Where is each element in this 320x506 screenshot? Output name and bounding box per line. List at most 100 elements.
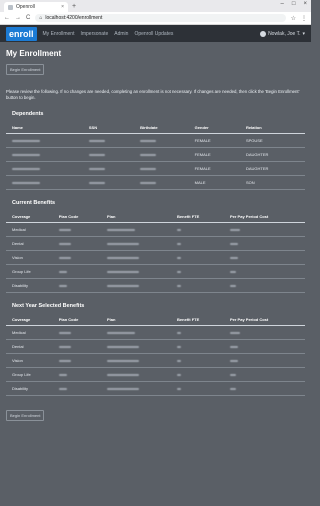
reload-icon[interactable]: C: [26, 15, 30, 21]
redacted-cost: [229, 284, 236, 287]
redacted-plan: [107, 373, 139, 376]
next-year-benefits-title: Next Year Selected Benefits: [12, 303, 85, 309]
redacted-cost: [229, 387, 236, 390]
user-menu[interactable]: Nowlak, Joe T. ▾: [260, 30, 305, 37]
redacted-ssn: [88, 139, 105, 142]
redacted-plan: [107, 359, 139, 362]
coverage-cell: Medical: [6, 325, 53, 340]
redacted-plan-code: [58, 359, 71, 362]
begin-enrollment-button-bottom[interactable]: Begin Enrollment: [6, 410, 45, 421]
redacted-birthdate: [140, 167, 157, 170]
url-text: localhost:4200/enrollment: [45, 15, 103, 21]
table-row: Disability: [6, 381, 305, 396]
col-plan-code: Plan Code: [52, 211, 101, 223]
chevron-down-icon: ▾: [302, 30, 305, 37]
table-row: Vision: [6, 250, 305, 265]
redacted-plan-code: [58, 331, 71, 334]
redacted-cost: [229, 256, 238, 259]
main-content: My Enrollment Begin Enrollment Please re…: [0, 49, 311, 426]
forward-icon[interactable]: →: [15, 15, 21, 21]
redacted-cost: [229, 228, 240, 231]
current-benefits-title: Current Benefits: [12, 200, 56, 206]
col-plan-code: Plan Code: [52, 314, 101, 326]
current-benefits-table: Coverage Plan Code Plan Benefit FTE Per …: [6, 211, 305, 293]
coverage-cell: Vision: [6, 250, 53, 265]
browser-tabbar: Openroll × + – □ ×: [0, 0, 311, 12]
table-row: Group Life: [6, 264, 305, 279]
table-row: Medical: [6, 325, 305, 340]
relation-cell: DAUGHTER: [239, 161, 305, 176]
col-relation: Relation: [239, 122, 305, 134]
col-coverage: Coverage: [6, 314, 53, 326]
user-name: Nowlak, Joe T.: [268, 30, 301, 37]
browser-tab[interactable]: Openroll ×: [4, 2, 68, 12]
app-navbar: enroll My Enrollment Impersonate Admin O…: [0, 25, 311, 42]
redacted-cost: [229, 359, 238, 362]
redacted-cost: [229, 270, 236, 273]
redacted-fte: [177, 331, 182, 334]
redacted-plan-code: [58, 256, 71, 259]
redacted-name: [12, 167, 40, 170]
nav-admin[interactable]: Admin: [114, 31, 128, 37]
redacted-fte: [177, 270, 182, 273]
browser-menu-icon[interactable]: ⋮: [301, 15, 307, 22]
back-icon[interactable]: ←: [4, 15, 10, 21]
relation-cell: SON: [239, 175, 305, 190]
redacted-fte: [177, 387, 182, 390]
col-gender: Gender: [188, 122, 240, 134]
dependents-table: Name SSN Birthdate Gender Relation FEMAL…: [6, 122, 305, 190]
redacted-birthdate: [140, 181, 157, 184]
new-tab-icon[interactable]: +: [72, 2, 76, 12]
redacted-fte: [177, 256, 182, 259]
favicon-icon: [8, 4, 13, 10]
window-close-icon[interactable]: ×: [303, 1, 307, 7]
col-birthdate: Birthdate: [134, 122, 189, 134]
url-field[interactable]: ⌂ localhost:4200/enrollment: [35, 14, 286, 22]
table-row: Group Life: [6, 367, 305, 382]
redacted-name: [12, 139, 40, 142]
redacted-fte: [177, 242, 182, 245]
redacted-plan: [107, 228, 135, 231]
redacted-fte: [177, 359, 182, 362]
coverage-cell: Disability: [6, 381, 53, 396]
table-row: MALE SON: [6, 175, 305, 190]
redacted-plan: [107, 345, 139, 348]
bookmark-star-icon[interactable]: ☆: [291, 15, 296, 22]
maximize-icon[interactable]: □: [292, 1, 296, 7]
relation-cell: SPOUSE: [239, 133, 305, 148]
notice-text: Please review the following. If no chang…: [6, 89, 300, 100]
user-avatar-icon: [260, 30, 267, 37]
close-icon[interactable]: ×: [61, 4, 64, 10]
col-per-pay-period-cost: Per Pay Period Cost: [223, 314, 305, 326]
table-row: Vision: [6, 353, 305, 368]
redacted-birthdate: [140, 153, 157, 156]
coverage-cell: Vision: [6, 353, 53, 368]
begin-enrollment-button-top[interactable]: Begin Enrollment: [6, 64, 45, 75]
redacted-cost: [229, 345, 238, 348]
gender-cell: FEMALE: [188, 161, 240, 176]
redacted-ssn: [88, 167, 105, 170]
table-row: FEMALE DAUGHTER: [6, 161, 305, 176]
minimize-icon[interactable]: –: [281, 1, 284, 7]
page-title: My Enrollment: [6, 49, 62, 58]
redacted-cost: [229, 373, 236, 376]
col-plan: Plan: [101, 314, 172, 326]
nav-my-enrollment[interactable]: My Enrollment: [43, 31, 75, 37]
table-row: FEMALE DAUGHTER: [6, 147, 305, 162]
redacted-plan-code: [58, 373, 67, 376]
col-benefit-fte: Benefit FTE: [171, 314, 224, 326]
nav-impersonate[interactable]: Impersonate: [80, 31, 108, 37]
coverage-cell: Medical: [6, 222, 53, 237]
gender-cell: MALE: [188, 175, 240, 190]
coverage-cell: Disability: [6, 278, 53, 293]
redacted-plan-code: [58, 284, 67, 287]
redacted-cost: [229, 331, 240, 334]
nav-openroll-updates[interactable]: Openroll Updates: [134, 31, 173, 37]
col-ssn: SSN: [82, 122, 135, 134]
coverage-cell: Group Life: [6, 264, 53, 279]
app-logo[interactable]: enroll: [6, 26, 37, 41]
redacted-plan: [107, 331, 135, 334]
redacted-plan-code: [58, 345, 71, 348]
redacted-name: [12, 181, 40, 184]
coverage-cell: Dental: [6, 236, 53, 251]
